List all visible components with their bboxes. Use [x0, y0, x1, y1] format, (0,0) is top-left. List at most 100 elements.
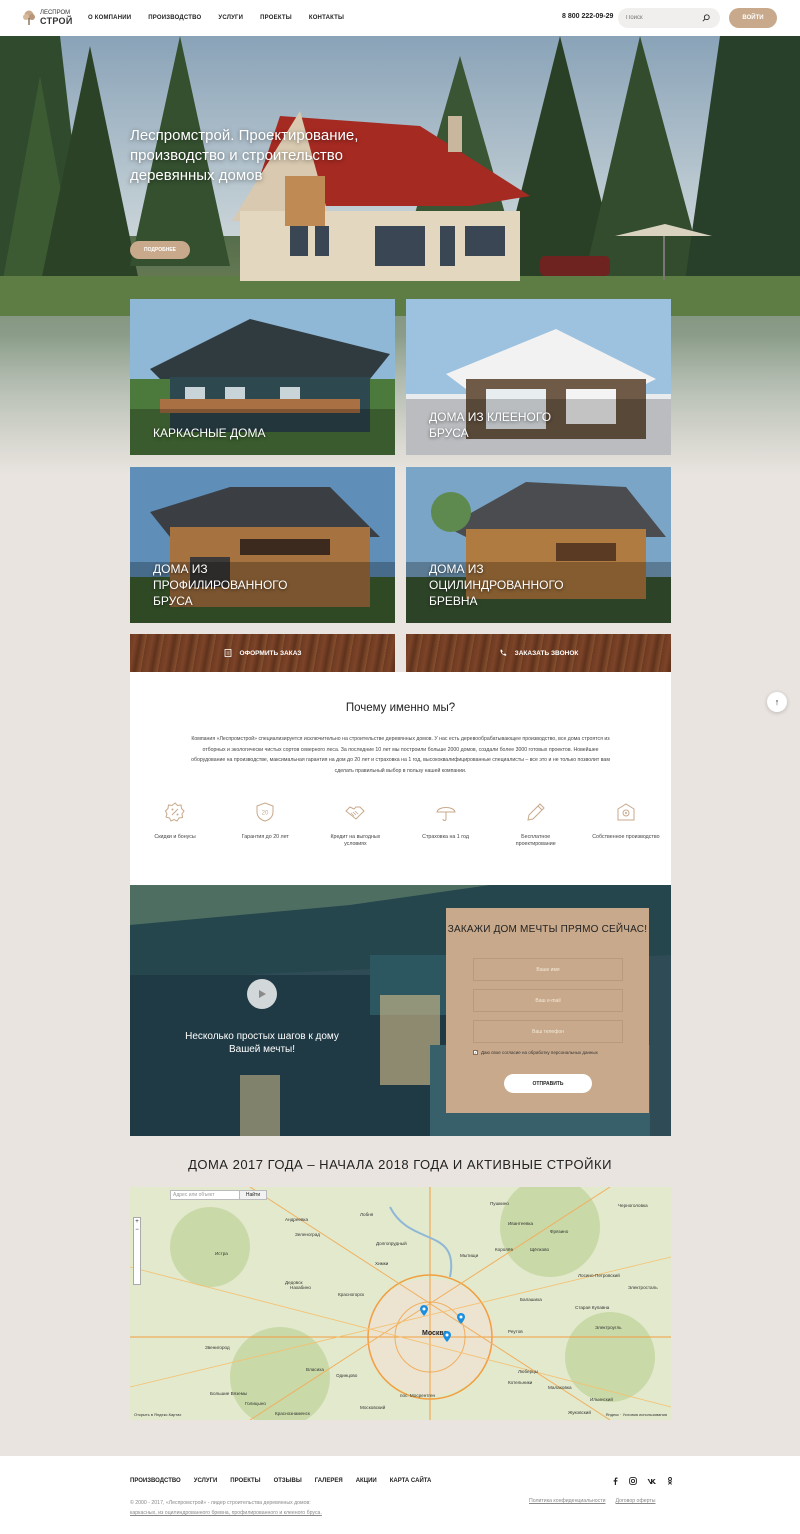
name-field[interactable]	[473, 958, 623, 981]
map-place-label: Звенигород	[205, 1345, 230, 1350]
map-place-label: Зеленоград	[295, 1232, 320, 1237]
card-title: ДОМА ИЗ ПРОФИЛИРОВАННОГО БРУСА	[153, 562, 288, 608]
map-place-label: Пушкино	[490, 1201, 509, 1206]
map-place-label: Краснознаменск	[275, 1411, 310, 1416]
search-input[interactable]	[626, 15, 702, 21]
card-title: ДОМА ИЗ ОЦИЛИНДРОВАННОГО БРЕВНА	[429, 562, 564, 608]
map-place-label: Долгопрудный	[376, 1241, 407, 1246]
open-in-yandex-link[interactable]: Открыть в Яндекс.Картах	[134, 1412, 181, 1417]
card-profiled-beam-houses[interactable]: ДОМА ИЗ ПРОФИЛИРОВАННОГО БРУСА	[130, 467, 395, 623]
card-rounded-log-houses[interactable]: ДОМА ИЗ ОЦИЛИНДРОВАННОГО БРЕВНА	[406, 467, 671, 623]
footer-nav-services[interactable]: УСЛУГИ	[194, 1478, 218, 1484]
feature-item: Бесплатное проектирование	[491, 802, 581, 848]
map-place-label: Балашиха	[520, 1297, 542, 1302]
why-us-section: Почему именно мы? Компания «Леспромстрой…	[130, 672, 671, 885]
map-find-button[interactable]: Найти	[239, 1190, 267, 1200]
footer-nav: ПРОИЗВОДСТВО УСЛУГИ ПРОЕКТЫ ОТЗЫВЫ ГАЛЕР…	[130, 1478, 431, 1484]
footer-nav-production[interactable]: ПРОИЗВОДСТВО	[130, 1478, 181, 1484]
vk-icon[interactable]	[647, 1477, 657, 1485]
offer-agreement-link[interactable]: Договор оферты	[616, 1498, 656, 1504]
nav-item-about[interactable]: О КОМПАНИИ	[88, 15, 131, 21]
main-nav: О КОМПАНИИ ПРОИЗВОДСТВО УСЛУГИ ПРОЕКТЫ К…	[88, 15, 344, 21]
phone-number[interactable]: 8 800 222-09-29	[562, 13, 613, 20]
handshake-icon	[345, 806, 366, 820]
nav-item-contacts[interactable]: КОНТАКТЫ	[309, 15, 344, 21]
more-button[interactable]: ПОДРОБНЕЕ	[130, 241, 190, 259]
map-place-label: Одинцово	[336, 1373, 358, 1378]
facebook-icon[interactable]	[612, 1477, 619, 1485]
search-icon[interactable]	[702, 14, 710, 22]
instagram-icon[interactable]	[629, 1477, 637, 1485]
logo[interactable]: ЛЕСПРОМ СТРОЙ	[22, 10, 80, 26]
odnoklassniki-icon[interactable]	[667, 1477, 673, 1485]
map-place-label: Фрязино	[550, 1229, 569, 1234]
card-frame-houses[interactable]: КАРКАСНЫЕ ДОМА	[130, 299, 395, 455]
scroll-up-button[interactable]: ↑	[767, 692, 787, 712]
document-icon	[224, 649, 231, 657]
why-us-text: Компания «Леспромстрой» специализируется…	[191, 736, 610, 774]
map-pin-icon[interactable]	[420, 1305, 428, 1316]
map-place-label: Лобня	[360, 1212, 374, 1217]
footer-nav-gallery[interactable]: ГАЛЕРЕЯ	[315, 1478, 343, 1484]
map-copyright[interactable]: Яндекс · Условия использования	[606, 1412, 667, 1417]
nav-item-production[interactable]: ПРОИЗВОДСТВО	[148, 15, 201, 21]
hero-title: Леспромстрой. Проектирование, производст…	[130, 127, 359, 184]
order-button-label: ОФОРМИТЬ ЗАКАЗ	[239, 649, 302, 657]
map-place-label: Голицыно	[245, 1401, 266, 1406]
call-request-button[interactable]: ЗАКАЗАТЬ ЗВОНОК	[406, 634, 671, 672]
order-button[interactable]: ОФОРМИТЬ ЗАКАЗ	[130, 634, 395, 672]
map-place-label: Истра	[215, 1251, 228, 1256]
map-place-label: Черноголовка	[618, 1203, 648, 1208]
consent-checkbox[interactable]: ✓	[473, 1050, 478, 1055]
map-pin-icon[interactable]	[443, 1331, 451, 1342]
map-search-input[interactable]: Адрес или объект	[170, 1190, 240, 1200]
card-title: ДОМА ИЗ КЛЕЕНОГО БРУСА	[429, 410, 552, 440]
play-icon	[259, 990, 266, 998]
form-title: ЗАКАЖИ ДОМ МЕЧТЫ ПРЯМО СЕЙЧАС!	[447, 924, 648, 935]
feature-label: Бесплатное проектирование	[515, 834, 556, 847]
map-place-label: Большие Вяземы	[210, 1391, 248, 1396]
copyright-text: © 2000 - 2017, «Леспромстрой» - лидер ст…	[130, 1498, 370, 1518]
footer-nav-reviews[interactable]: ОТЗЫВЫ	[274, 1478, 302, 1484]
shield-icon: 20	[256, 802, 274, 822]
site-header: ЛЕСПРОМ СТРОЙ О КОМПАНИИ ПРОИЗВОДСТВО УС…	[0, 0, 800, 36]
map-widget[interactable]: Адрес или объект Найти + − Андреевка Зеле…	[130, 1187, 671, 1420]
umbrella-icon	[435, 807, 456, 821]
copyright-line-2[interactable]: каркасных, из оцилиндрованного бревна, п…	[130, 1508, 370, 1518]
copyright-line-1: © 2000 - 2017, «Леспромстрой» - лидер ст…	[130, 1500, 311, 1506]
consent-label: Даю свое согласие на обработку персональ…	[481, 1050, 598, 1055]
map-place-label: Химки	[375, 1261, 389, 1266]
map-place-label: Старая Купавна	[575, 1305, 610, 1310]
call-request-label: ЗАКАЗАТЬ ЗВОНОК	[514, 649, 579, 657]
card-title: КАРКАСНЫЕ ДОМА	[153, 426, 266, 440]
submit-button[interactable]: ОТПРАВИТЬ	[504, 1074, 592, 1093]
why-us-title: Почему именно мы?	[345, 702, 456, 714]
hero-house-image	[0, 36, 800, 476]
zoom-control[interactable]: + −	[133, 1217, 141, 1285]
phone-icon	[500, 649, 506, 656]
play-video-button[interactable]	[247, 979, 277, 1009]
email-field[interactable]	[473, 989, 623, 1012]
footer-nav-sitemap[interactable]: КАРТА САЙТА	[390, 1478, 432, 1484]
map-pin-icon[interactable]	[457, 1313, 465, 1324]
map-place-label: Лосино-Петровский	[578, 1273, 620, 1278]
login-button[interactable]: ВОЙТИ	[729, 8, 777, 28]
legal-links: Политика конфиденциальности Договор офер…	[529, 1498, 655, 1504]
map-place-label: Малаховка	[548, 1385, 572, 1390]
map-place-label: Власиха	[306, 1367, 324, 1372]
nav-item-projects[interactable]: ПРОЕКТЫ	[260, 15, 292, 21]
map-place-label: Московский	[360, 1405, 386, 1410]
discount-icon	[165, 802, 185, 822]
privacy-policy-link[interactable]: Политика конфиденциальности	[529, 1498, 606, 1504]
map-place-label: Котельники	[508, 1380, 533, 1385]
phone-field[interactable]	[473, 1020, 623, 1043]
feature-label: Кредит на выгодных условиях	[330, 834, 381, 847]
footer-nav-projects[interactable]: ПРОЕКТЫ	[230, 1478, 260, 1484]
social-links	[612, 1477, 673, 1485]
arrow-up-icon: ↑	[774, 697, 780, 707]
card-glued-beam-houses[interactable]: ДОМА ИЗ КЛЕЕНОГО БРУСА	[406, 299, 671, 455]
tree-logo-icon	[23, 10, 35, 25]
nav-item-services[interactable]: УСЛУГИ	[218, 15, 243, 21]
footer-nav-promos[interactable]: АКЦИИ	[356, 1478, 377, 1484]
video-caption: Несколько простых шагов к дому Вашей меч…	[185, 1031, 339, 1055]
